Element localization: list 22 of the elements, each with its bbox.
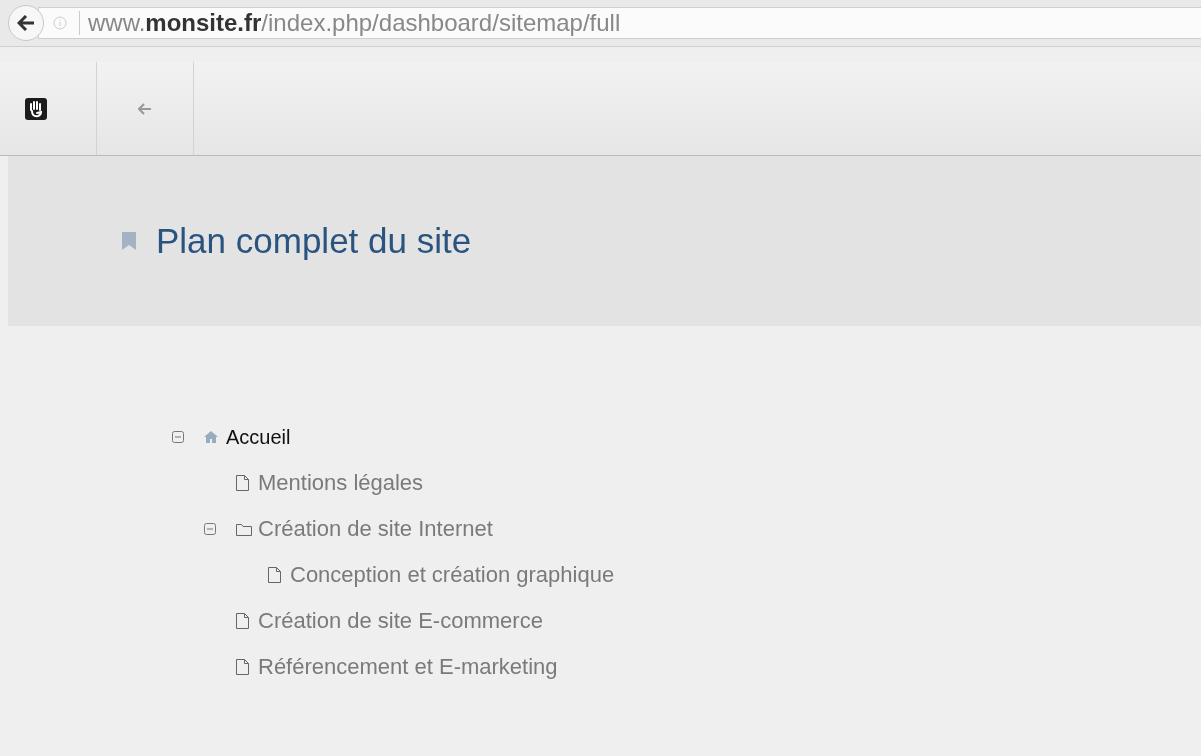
- page-icon: [268, 567, 281, 583]
- info-icon: [53, 16, 67, 30]
- page-title: Plan complet du site: [156, 221, 472, 261]
- bookmark-icon: [122, 232, 136, 250]
- tree-item[interactable]: Mentions légales: [258, 470, 424, 496]
- back-button[interactable]: [8, 5, 44, 41]
- folder-icon: [236, 522, 252, 536]
- tree-item[interactable]: Création de site E-commerce: [258, 608, 543, 634]
- collapse-toggle-icon[interactable]: [204, 523, 216, 535]
- page-icon: [236, 613, 249, 629]
- address-bar[interactable]: www.monsite.fr/index.php/dashboard/sitemap/full: [38, 7, 1201, 39]
- hand-logo-icon[interactable]: [25, 97, 47, 120]
- page-icon: [236, 659, 249, 675]
- back-arrow-icon: [17, 15, 35, 31]
- page-icon: [236, 475, 249, 491]
- home-icon: [204, 431, 218, 443]
- tree-item[interactable]: Conception et création graphique: [290, 562, 615, 588]
- tree-item[interactable]: Accueil: [226, 425, 291, 449]
- tree-item[interactable]: Création de site Internet: [258, 516, 493, 542]
- tree-item[interactable]: Référencement et E-marketing: [258, 654, 558, 680]
- back-arrow-icon[interactable]: [138, 102, 152, 115]
- collapse-toggle-icon[interactable]: [172, 431, 184, 443]
